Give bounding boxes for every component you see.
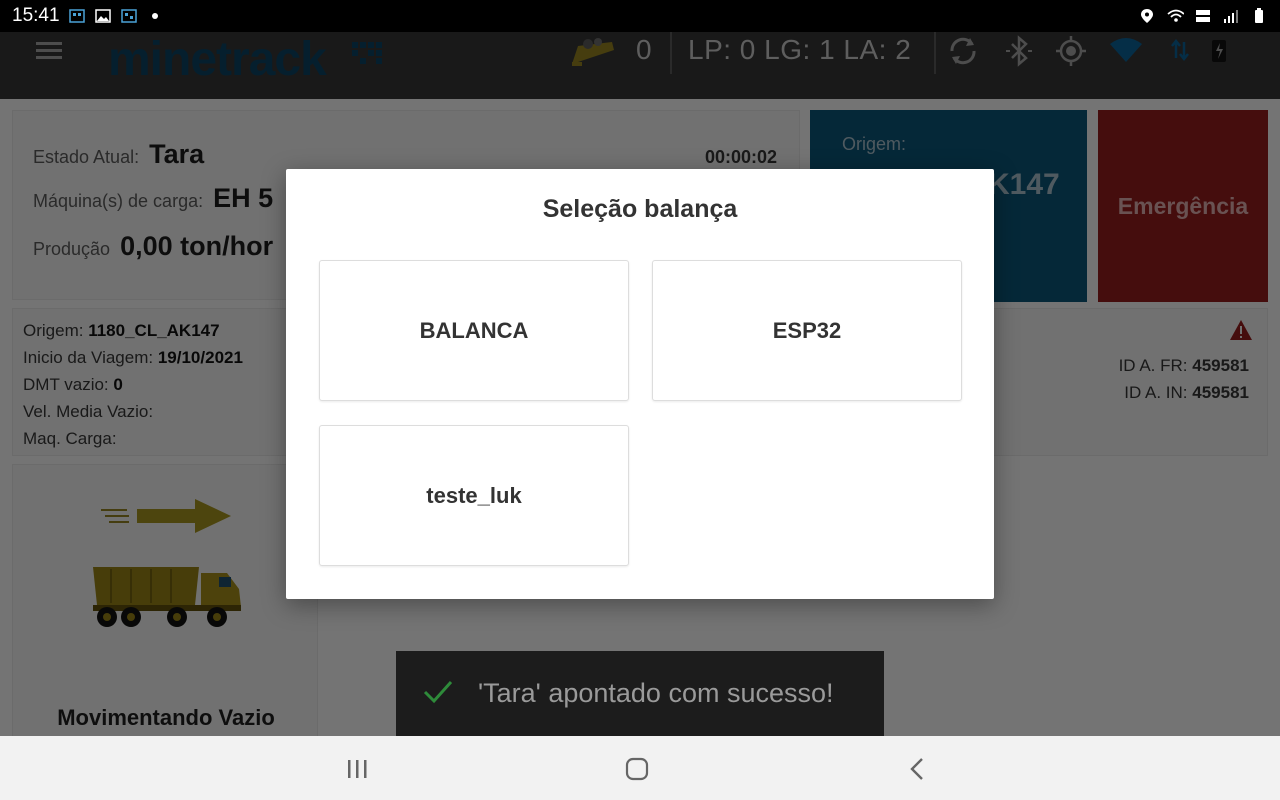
back-icon[interactable] bbox=[904, 756, 930, 782]
success-toast: 'Tara' apontado com sucesso! bbox=[396, 651, 884, 736]
scale-selection-dialog: Seleção balança BALANCA ESP32 teste_luk bbox=[286, 169, 994, 599]
app-notification-icon bbox=[68, 8, 86, 24]
home-icon[interactable] bbox=[624, 756, 650, 782]
wifi-calling-icon bbox=[1166, 8, 1184, 24]
battery-icon bbox=[1250, 8, 1268, 24]
dialog-title: Seleção balança bbox=[542, 195, 738, 223]
system-status-bar: 15:41 bbox=[0, 0, 1280, 32]
image-notification-icon bbox=[94, 8, 112, 24]
location-icon bbox=[1138, 8, 1156, 24]
toast-message: 'Tara' apontado com sucesso! bbox=[478, 678, 834, 708]
signal-icon bbox=[1222, 8, 1240, 24]
scale-option-teste-luk[interactable]: teste_luk bbox=[319, 425, 629, 566]
system-navigation-bar bbox=[0, 736, 1280, 800]
volte-icon bbox=[1194, 8, 1212, 24]
recent-apps-icon[interactable] bbox=[344, 756, 370, 782]
clock: 15:41 bbox=[12, 5, 60, 26]
scale-option-balanca[interactable]: BALANCA bbox=[319, 260, 629, 401]
app-notification-icon-2 bbox=[120, 8, 138, 24]
dot-icon bbox=[146, 8, 164, 24]
check-icon bbox=[422, 678, 454, 709]
scale-option-esp32[interactable]: ESP32 bbox=[652, 260, 962, 401]
